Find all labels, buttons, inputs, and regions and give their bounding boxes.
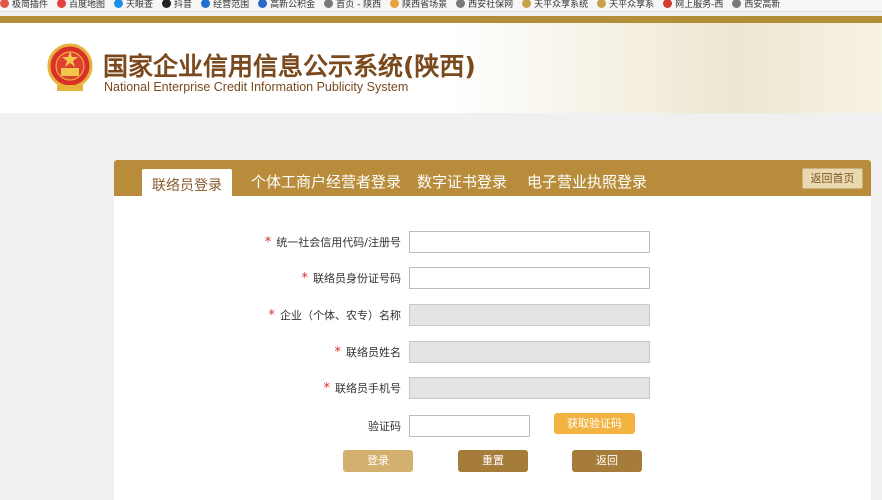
bookmark-label: 西安社保网 (468, 0, 514, 10)
bookmark-label: 天平众享系统 (534, 0, 589, 10)
reset-button[interactable]: 重置 (458, 450, 528, 472)
tab-contact-login[interactable]: 联络员登录 (142, 169, 232, 196)
contact-phone-label: * 联络员手机号 (323, 381, 402, 396)
required-mark: * (264, 235, 272, 250)
credit-code-label: * 统一社会信用代码/注册号 (264, 235, 401, 250)
bookmark-label: 西安高新 (744, 0, 781, 10)
bookmark-item[interactable]: 西安高新 (732, 0, 781, 10)
bookmark-favicon-icon (732, 0, 742, 8)
contact-id-label: * 联络员身份证号码 (301, 271, 402, 286)
required-mark: * (334, 345, 342, 360)
captcha-input[interactable] (409, 415, 530, 437)
required-mark: * (268, 308, 276, 323)
bookmark-item[interactable]: 抖音 (162, 0, 193, 10)
bookmark-favicon-icon (663, 0, 673, 8)
back-button[interactable]: 返回 (572, 450, 642, 472)
bookmark-label: 网上服务-西 (675, 0, 724, 10)
page-subtitle-english: National Enterprise Credit Information P… (104, 80, 409, 94)
bookmark-favicon-icon (390, 0, 400, 8)
bookmark-label: 百度地图 (69, 0, 106, 10)
bookmark-label: 极简插件 (12, 0, 49, 10)
company-name-label: * 企业（个体、农专）名称 (268, 308, 402, 323)
tab-e-license-login[interactable]: 电子营业执照登录 (527, 171, 647, 192)
contact-name-input (409, 341, 650, 363)
contact-name-label: * 联络员姓名 (334, 345, 402, 360)
bookmark-item[interactable]: 首页 - 陕西 (324, 0, 382, 10)
bookmark-label: 天眼查 (126, 0, 154, 10)
bookmark-item[interactable]: 百度地图 (57, 0, 106, 10)
required-mark: * (301, 271, 309, 286)
back-home-button[interactable]: 返回首页 (802, 168, 863, 189)
tab-digital-cert-login[interactable]: 数字证书登录 (417, 171, 507, 192)
bookmark-item[interactable]: 天眼查 (114, 0, 154, 10)
credit-code-row: * 统一社会信用代码/注册号 (114, 231, 871, 253)
bookmarks-bar: 极简插件 百度地图 天眼查 抖音 经营范围 高新公积金 首页 - 陕西 陕西省场景 西安社保网 天… (0, 0, 882, 12)
required-mark: * (323, 381, 331, 396)
captcha-label: 验证码 (368, 420, 401, 433)
bookmark-favicon-icon (324, 0, 334, 8)
bookmark-favicon-icon (57, 0, 67, 8)
contact-phone-input (409, 377, 650, 399)
company-name-row: * 企业（个体、农专）名称 (114, 304, 871, 326)
bookmark-favicon-icon (114, 0, 124, 8)
bookmark-label: 高新公积金 (270, 0, 316, 10)
contact-id-input[interactable] (409, 267, 650, 289)
credit-code-input[interactable] (409, 231, 650, 253)
bookmark-favicon-icon (0, 0, 9, 8)
login-button[interactable]: 登录 (343, 450, 413, 472)
contact-id-row: * 联络员身份证号码 (114, 267, 871, 289)
bookmark-item[interactable]: 天平众享系统 (522, 0, 589, 10)
captcha-row: 验证码 获取验证码 (114, 413, 871, 437)
bookmark-favicon-icon (456, 0, 466, 8)
bookmark-label: 陕西省场景 (402, 0, 448, 10)
site-header: 国家企业信用信息公示系统(陕西) National Enterprise Cre… (0, 23, 882, 113)
tab-individual-login[interactable]: 个体工商户经营者登录 (251, 171, 401, 192)
login-panel: 联络员登录 个体工商户经营者登录 数字证书登录 电子营业执照登录 返回首页 * 统… (114, 160, 871, 500)
bookmark-item[interactable]: 极简插件 (0, 0, 49, 10)
bookmark-favicon-icon (258, 0, 268, 8)
bookmark-item[interactable]: 天平众享系 (597, 0, 655, 10)
bookmark-item[interactable]: 高新公积金 (258, 0, 316, 10)
bookmark-item[interactable]: 陕西省场景 (390, 0, 448, 10)
company-name-input (409, 304, 650, 326)
header-top-strip (0, 16, 882, 23)
contact-name-row: * 联络员姓名 (114, 341, 871, 363)
contact-phone-row: * 联络员手机号 (114, 377, 871, 399)
bookmark-favicon-icon (597, 0, 607, 8)
bookmark-favicon-icon (162, 0, 172, 8)
header-mountain-background (452, 23, 882, 113)
get-captcha-button[interactable]: 获取验证码 (554, 413, 635, 434)
national-emblem-icon (47, 43, 93, 91)
bookmark-label: 经营范围 (213, 0, 250, 10)
bookmark-label: 首页 - 陕西 (336, 0, 382, 10)
bookmark-favicon-icon (522, 0, 532, 8)
bookmark-item[interactable]: 网上服务-西 (663, 0, 724, 10)
page-title: 国家企业信用信息公示系统(陕西) (103, 52, 476, 81)
bookmark-label: 天平众享系 (609, 0, 655, 10)
bookmark-item[interactable]: 西安社保网 (456, 0, 514, 10)
login-tab-bar: 联络员登录 个体工商户经营者登录 数字证书登录 电子营业执照登录 返回首页 (114, 160, 871, 196)
bookmark-label: 抖音 (174, 0, 193, 10)
bookmark-item[interactable]: 经营范围 (201, 0, 250, 10)
bookmark-favicon-icon (201, 0, 211, 8)
